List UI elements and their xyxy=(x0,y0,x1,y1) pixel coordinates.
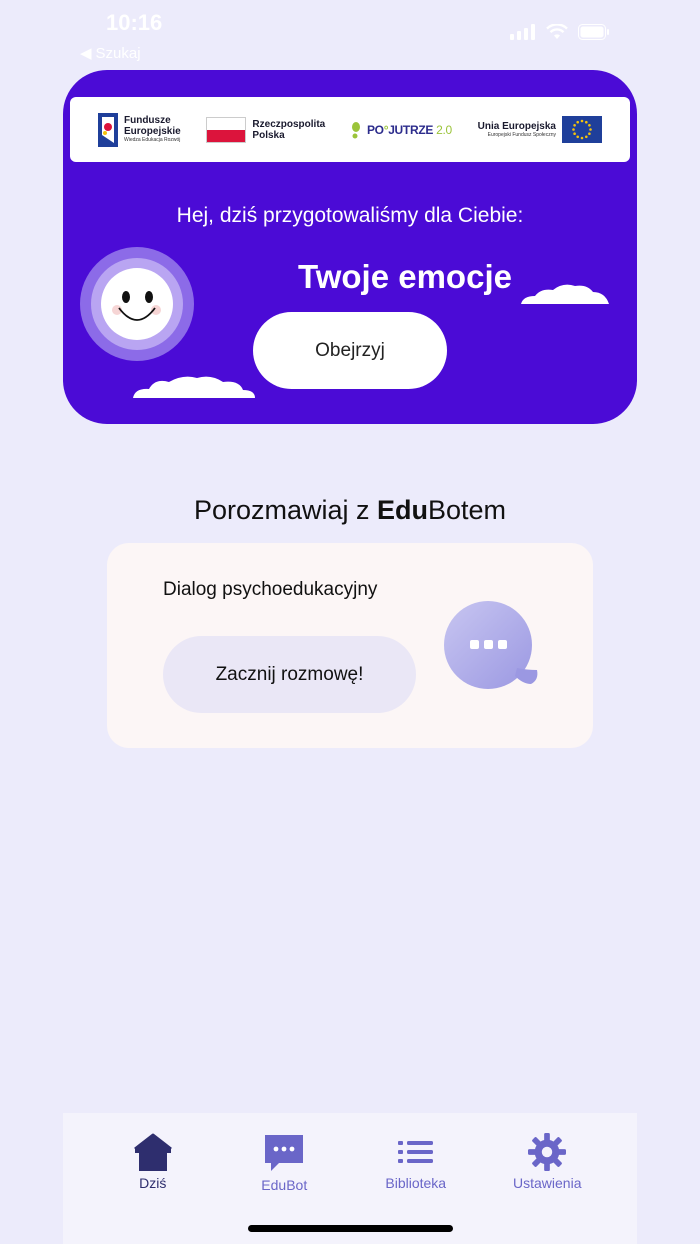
start-conversation-button[interactable]: Zacznij rozmowę! xyxy=(163,636,416,713)
pojutrze-wordmark: PO°JUTRZE 2.0 xyxy=(366,122,452,137)
tab-ustawienia[interactable]: Ustawienia xyxy=(492,1133,602,1191)
logo-fundusze-europejskie: Fundusze Europejskie Wiedza Edukacja Roz… xyxy=(98,112,181,147)
cloud-decoration xyxy=(521,284,609,304)
back-label: Szukaj xyxy=(95,44,141,62)
home-icon xyxy=(133,1133,172,1171)
logo-rzeczpospolita-polska: Rzeczpospolita Polska xyxy=(206,116,326,143)
back-arrow-icon: ◀ xyxy=(80,45,92,62)
status-time: 10:16 xyxy=(106,10,163,35)
tab-label: EduBot xyxy=(261,1177,308,1193)
wifi-icon xyxy=(546,24,568,39)
polish-flag-icon xyxy=(206,116,247,143)
rp-line2: Polska xyxy=(252,129,285,141)
fe-sub: Wiedza Edukacja Rozwój xyxy=(124,137,181,143)
home-indicator xyxy=(248,1225,453,1232)
signal-icon xyxy=(510,24,535,40)
chat-bubble-icon xyxy=(444,601,538,689)
tab-label: Biblioteka xyxy=(385,1175,447,1191)
list-icon xyxy=(397,1141,433,1163)
logo-pojutrze: PO°JUTRZE 2.0 xyxy=(351,121,452,139)
funding-logos-bar: Fundusze Europejskie Wiedza Edukacja Roz… xyxy=(70,97,630,162)
back-to-search-link[interactable]: ◀ Szukaj xyxy=(80,44,141,63)
fe-logo-icon xyxy=(98,112,118,147)
watch-button[interactable]: Obejrzyj xyxy=(253,312,447,389)
edubot-heading: Porozmawiaj z EduBotem xyxy=(193,495,507,525)
gear-icon xyxy=(528,1133,567,1171)
tab-edubot[interactable]: EduBot xyxy=(229,1133,339,1193)
pojutrze-leaf-icon xyxy=(351,121,360,138)
rp-line1: Rzeczpospolita xyxy=(252,118,326,130)
chat-icon xyxy=(265,1135,304,1171)
hero-greeting: Hej, dziś przygotowaliśmy dla Ciebie: xyxy=(176,204,524,227)
status-icons xyxy=(510,24,610,40)
tab-dzis[interactable]: Dziś xyxy=(98,1133,208,1191)
fe-line1: Fundusze xyxy=(124,115,171,126)
tab-label: Ustawienia xyxy=(513,1175,582,1191)
ue-line1: Unia Europejska xyxy=(477,120,556,132)
logo-unia-europejska: Unia Europejska Europejski Fundusz Społe… xyxy=(478,116,602,143)
fe-line2: Europejskie xyxy=(124,126,181,137)
cloud-decoration xyxy=(133,376,255,398)
dialog-title: Dialog psychoedukacyjny xyxy=(163,579,378,600)
ue-sub: Europejski Fundusz Społeczny xyxy=(487,131,556,138)
tab-biblioteka[interactable]: Biblioteka xyxy=(361,1133,471,1191)
eu-flag-icon xyxy=(561,116,602,143)
battery-icon xyxy=(578,24,609,40)
hero-card: Fundusze Europejskie Wiedza Edukacja Roz… xyxy=(63,70,637,424)
tab-label: Dziś xyxy=(139,1175,167,1191)
dialog-card: Dialog psychoedukacyjny Zacznij rozmowę! xyxy=(107,543,593,748)
